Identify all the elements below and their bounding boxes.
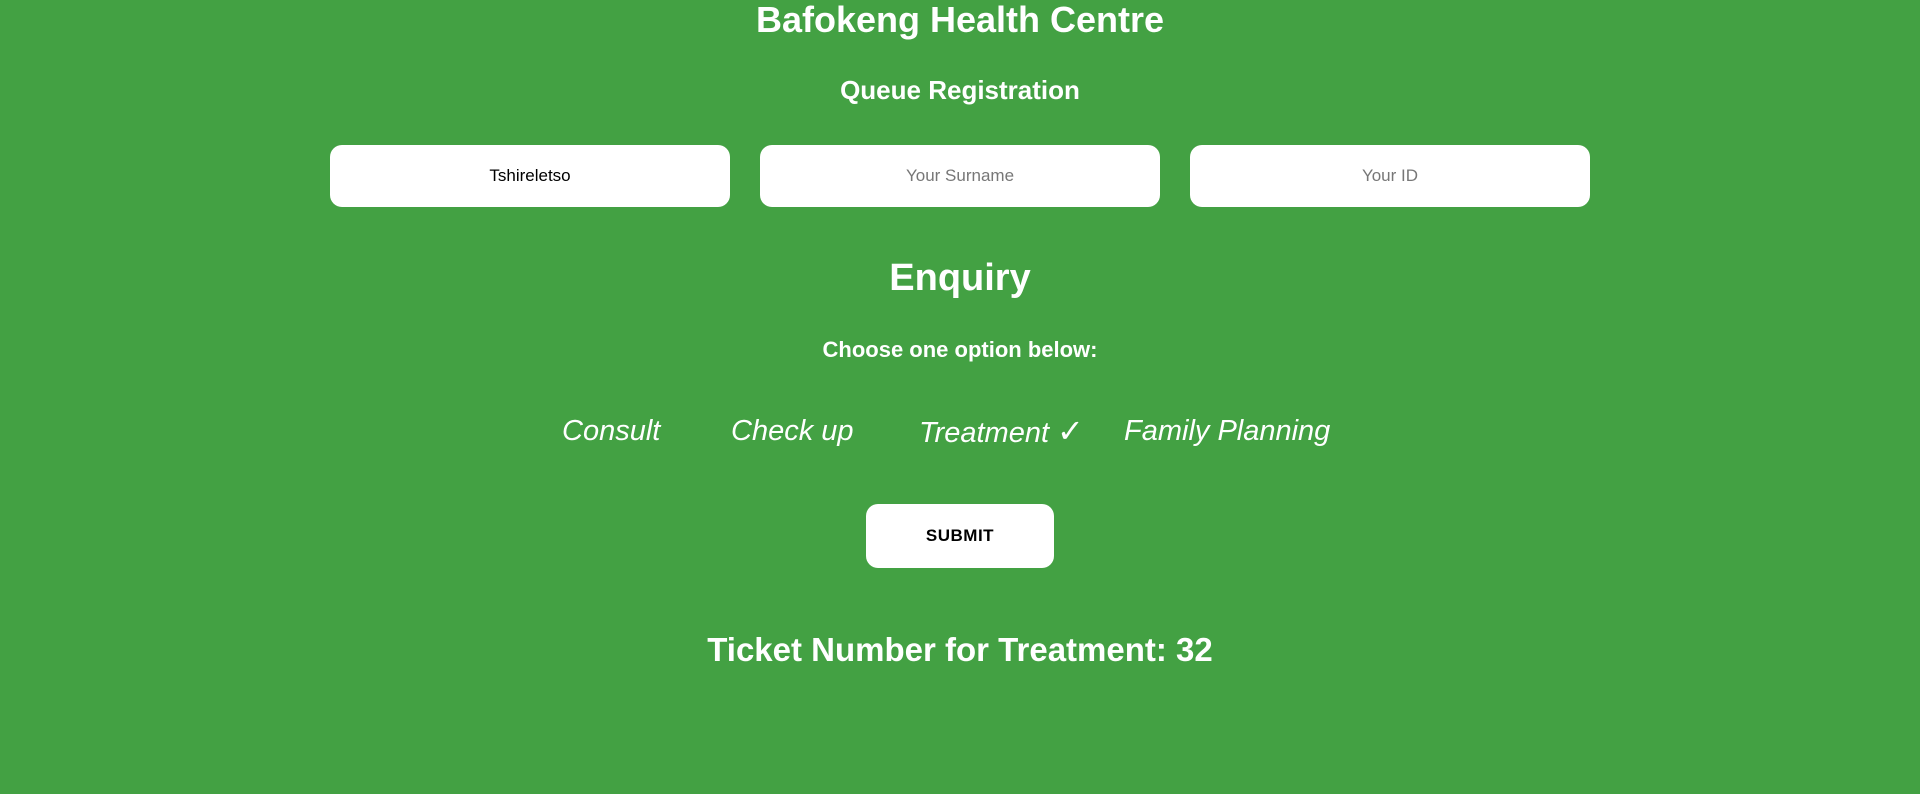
option-label: Treatment [919,417,1050,449]
id-input[interactable] [1190,145,1590,207]
option-label: Consult [562,415,661,447]
option-treatment[interactable]: Treatment ✓ [919,411,1084,453]
enquiry-heading: Enquiry [889,257,1031,299]
page-title: Bafokeng Health Centre [755,0,1165,40]
option-label: Check up [731,415,854,447]
name-input[interactable] [330,145,730,207]
surname-input[interactable] [760,145,1160,207]
option-check-up[interactable]: Check up [731,411,854,451]
enquiry-instruction: Choose one option below: [822,337,1098,362]
option-family-planning[interactable]: Family Planning [1124,411,1330,451]
ticket-number-text: Ticket Number for Treatment: 32 [707,631,1213,668]
option-consult[interactable]: Consult [562,411,660,451]
checkmark-icon: ✓ [1057,413,1084,449]
submit-button[interactable]: SUBMIT [866,504,1054,568]
queue-registration-page: Bafokeng Health Centre Queue Registratio… [0,0,1920,794]
enquiry-options: Consult Check up Treatment ✓ Family Plann… [0,411,1920,451]
registration-fields [330,145,1590,207]
option-label: Family Planning [1124,415,1331,447]
section-title-queue-registration: Queue Registration [840,75,1080,105]
